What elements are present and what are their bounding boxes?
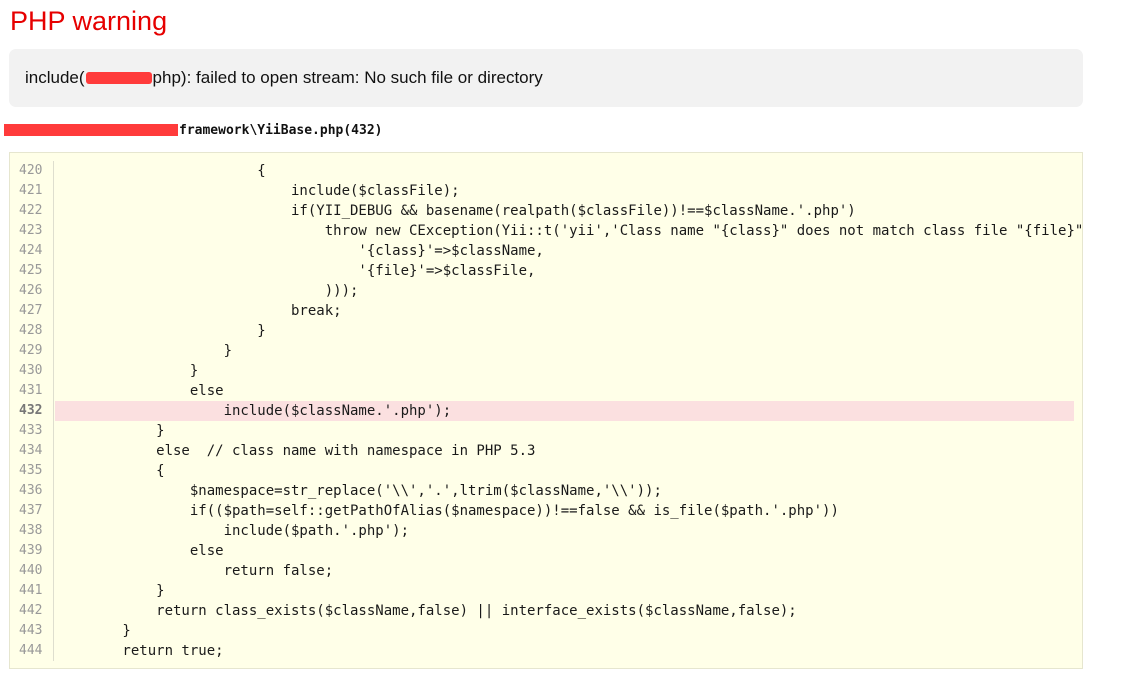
line-number: 425 bbox=[10, 261, 54, 281]
code-line: 443 } bbox=[10, 621, 1082, 641]
line-number: 434 bbox=[10, 441, 54, 461]
code-line: 421 include($classFile); bbox=[10, 181, 1082, 201]
error-message-box: include( php): failed to open stream: No … bbox=[9, 49, 1083, 107]
line-number: 424 bbox=[10, 241, 54, 261]
code-line: 433 } bbox=[10, 421, 1082, 441]
line-code: else bbox=[55, 543, 224, 559]
code-line: 442 return class_exists($className,false… bbox=[10, 601, 1082, 621]
code-line: 428 } bbox=[10, 321, 1082, 341]
error-message-prefix: include( bbox=[25, 68, 85, 87]
line-number: 432 bbox=[10, 401, 54, 421]
line-number: 437 bbox=[10, 501, 54, 521]
line-number: 423 bbox=[10, 221, 54, 241]
code-line: 423 throw new CException(Yii::t('yii','C… bbox=[10, 221, 1082, 241]
line-code: throw new CException(Yii::t('yii','Class… bbox=[55, 223, 1083, 239]
line-code: include($path.'.php'); bbox=[55, 523, 410, 539]
code-line: 436 $namespace=str_replace('\\','.',ltri… bbox=[10, 481, 1082, 501]
line-number: 421 bbox=[10, 181, 54, 201]
line-code: } bbox=[55, 423, 165, 439]
line-number: 428 bbox=[10, 321, 54, 341]
line-code: '{class}'=>$className, bbox=[55, 243, 544, 259]
code-line: 426 ))); bbox=[10, 281, 1082, 301]
line-number: 429 bbox=[10, 341, 54, 361]
code-line: 422 if(YII_DEBUG && basename(realpath($c… bbox=[10, 201, 1082, 221]
line-number: 420 bbox=[10, 161, 54, 181]
code-line: 427 break; bbox=[10, 301, 1082, 321]
source-file-path: framework\YiiBase.php(432) bbox=[4, 121, 383, 141]
line-code: { bbox=[55, 463, 165, 479]
line-code: } bbox=[55, 343, 233, 359]
line-code: ))); bbox=[55, 283, 359, 299]
line-number: 422 bbox=[10, 201, 54, 221]
code-line: 431 else bbox=[10, 381, 1082, 401]
code-line: 430 } bbox=[10, 361, 1082, 381]
line-code: $namespace=str_replace('\\','.',ltrim($c… bbox=[55, 483, 662, 499]
code-line: 441 } bbox=[10, 581, 1082, 601]
line-number: 426 bbox=[10, 281, 54, 301]
code-line: 438 include($path.'.php'); bbox=[10, 521, 1082, 541]
error-title: PHP warning bbox=[10, 6, 168, 36]
line-code: } bbox=[55, 583, 165, 599]
source-code-panel: 420 {421 include($classFile); 422 if(YII_… bbox=[9, 152, 1083, 669]
line-code: '{file}'=>$classFile, bbox=[55, 263, 536, 279]
code-line: 420 { bbox=[10, 161, 1082, 181]
line-number: 441 bbox=[10, 581, 54, 601]
redacted-filename bbox=[85, 71, 152, 84]
code-line: 434 else // class name with namespace in… bbox=[10, 441, 1082, 461]
line-code: include($className.'.php'); bbox=[55, 401, 1074, 421]
line-code: } bbox=[55, 323, 266, 339]
line-code: if(YII_DEBUG && basename(realpath($class… bbox=[55, 203, 856, 219]
code-line: 424 '{class}'=>$className, bbox=[10, 241, 1082, 261]
line-code: if(($path=self::getPathOfAlias($namespac… bbox=[55, 503, 839, 519]
line-code: return class_exists($className,false) ||… bbox=[55, 603, 797, 619]
line-code: { bbox=[55, 163, 266, 179]
line-number: 443 bbox=[10, 621, 54, 641]
code-line: 425 '{file}'=>$classFile, bbox=[10, 261, 1082, 281]
line-number: 430 bbox=[10, 361, 54, 381]
error-message-suffix: php): failed to open stream: No such fil… bbox=[152, 68, 543, 87]
line-number: 444 bbox=[10, 641, 54, 661]
code-line: 435 { bbox=[10, 461, 1082, 481]
line-number: 442 bbox=[10, 601, 54, 621]
code-line: 444 return true; bbox=[10, 641, 1082, 661]
line-code: } bbox=[55, 623, 131, 639]
line-code: else bbox=[55, 383, 224, 399]
redacted-path bbox=[4, 123, 178, 136]
line-number: 427 bbox=[10, 301, 54, 321]
code-line: 429 } bbox=[10, 341, 1082, 361]
line-code: return true; bbox=[55, 643, 224, 659]
code-line: 440 return false; bbox=[10, 561, 1082, 581]
code-line: 439 else bbox=[10, 541, 1082, 561]
line-number: 433 bbox=[10, 421, 54, 441]
line-number: 438 bbox=[10, 521, 54, 541]
code-line: 437 if(($path=self::getPathOfAlias($name… bbox=[10, 501, 1082, 521]
line-code: } bbox=[55, 363, 199, 379]
line-code: include($classFile); bbox=[55, 183, 460, 199]
line-number: 439 bbox=[10, 541, 54, 561]
code-line: 432 include($className.'.php'); bbox=[10, 401, 1082, 421]
line-code: break; bbox=[55, 303, 342, 319]
source-file-label: framework\YiiBase.php(432) bbox=[179, 123, 383, 138]
source-code-lines: 420 {421 include($classFile); 422 if(YII_… bbox=[10, 161, 1082, 661]
line-number: 431 bbox=[10, 381, 54, 401]
line-number: 436 bbox=[10, 481, 54, 501]
line-code: return false; bbox=[55, 563, 334, 579]
line-number: 435 bbox=[10, 461, 54, 481]
line-code: else // class name with namespace in PHP… bbox=[55, 443, 536, 459]
line-number: 440 bbox=[10, 561, 54, 581]
